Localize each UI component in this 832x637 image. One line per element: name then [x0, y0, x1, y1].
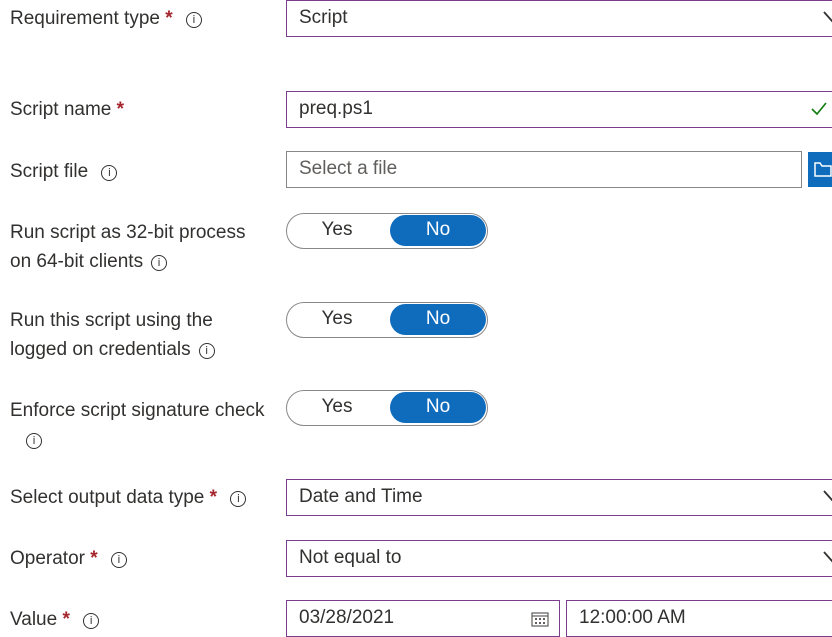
required-asterisk: *	[209, 487, 218, 508]
info-icon[interactable]: i	[101, 165, 118, 181]
operator-label: Operator * i	[10, 544, 127, 573]
info-icon[interactable]: i	[198, 343, 215, 359]
yes-option[interactable]: Yes	[287, 391, 387, 424]
script-file-input[interactable]: Select a file	[286, 151, 802, 188]
info-icon[interactable]: i	[83, 613, 100, 629]
operator-dropdown[interactable]: Not equal to	[286, 540, 832, 577]
no-option[interactable]: No	[390, 215, 486, 246]
value-label: Value * i	[10, 605, 100, 634]
checkmark-icon	[811, 102, 827, 116]
browse-file-button[interactable]	[808, 152, 832, 187]
requirement-type-label: Requirement type * i	[10, 4, 202, 33]
required-asterisk: *	[165, 8, 173, 29]
output-data-type-dropdown[interactable]: Date and Time	[286, 479, 832, 516]
chevron-down-icon	[823, 11, 832, 23]
required-asterisk: *	[90, 548, 98, 569]
yes-option[interactable]: Yes	[287, 214, 387, 247]
info-icon[interactable]: i	[26, 433, 42, 449]
info-icon[interactable]: i	[151, 255, 168, 271]
yes-option[interactable]: Yes	[287, 303, 387, 336]
signature-check-toggle[interactable]: Yes No	[286, 390, 488, 426]
no-option[interactable]: No	[390, 304, 486, 335]
chevron-down-icon	[823, 551, 832, 563]
run-32bit-label: Run script as 32-bit process on 64-bit c…	[10, 222, 246, 272]
calendar-icon[interactable]	[531, 611, 549, 627]
requirement-type-dropdown[interactable]: Script	[286, 0, 832, 37]
required-asterisk: *	[62, 609, 70, 630]
time-input[interactable]: 12:00:00 AM	[566, 600, 832, 637]
folder-icon	[814, 162, 832, 177]
output-data-type-label: Select output data type * i	[10, 483, 247, 512]
run-logged-on-toggle[interactable]: Yes No	[286, 302, 488, 338]
date-picker-input[interactable]: 03/28/2021	[286, 600, 560, 637]
chevron-down-icon	[823, 490, 832, 502]
signature-check-label: Enforce script signature check i	[10, 400, 265, 449]
info-icon[interactable]: i	[230, 491, 247, 507]
run-32bit-toggle[interactable]: Yes No	[286, 213, 488, 249]
required-asterisk: *	[116, 99, 125, 120]
script-name-input[interactable]: preq.ps1	[286, 91, 832, 128]
script-name-label: Script name *	[10, 99, 125, 120]
no-option[interactable]: No	[390, 392, 486, 423]
info-icon[interactable]: i	[110, 552, 127, 568]
info-icon[interactable]: i	[185, 12, 202, 28]
run-logged-on-label: Run this script using the logged on cred…	[10, 310, 215, 360]
script-file-label: Script file i	[10, 157, 118, 186]
